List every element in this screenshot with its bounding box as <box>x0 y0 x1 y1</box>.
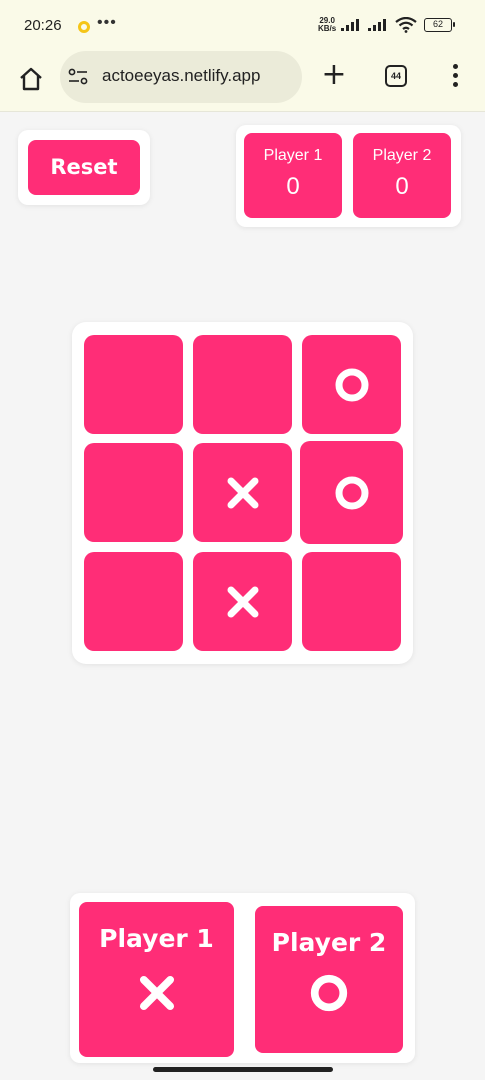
wifi-icon <box>395 17 417 33</box>
url-text: actoeeyas.netlify.app <box>102 66 261 85</box>
status-time: 20:26 <box>24 17 62 34</box>
battery-icon: 62 <box>424 18 455 32</box>
board-cell-0[interactable] <box>84 335 183 434</box>
score-player-2: Player 2 0 <box>353 133 451 218</box>
turn-player-1-mark <box>135 971 179 1015</box>
board-cell-7[interactable] <box>193 552 292 651</box>
o-mark-icon <box>335 476 368 509</box>
cell-mark-4 <box>193 443 292 542</box>
cell-mark-1 <box>193 335 292 434</box>
network-speed-unit: KB/s <box>318 24 337 33</box>
new-tab-icon[interactable]: + <box>320 60 348 90</box>
score-player-2-value: 0 <box>395 173 409 200</box>
reset-button[interactable]: Reset <box>28 140 140 195</box>
cell-mark-8 <box>302 552 401 651</box>
o-mark-icon <box>335 368 368 401</box>
score-player-1: Player 1 0 <box>244 133 342 218</box>
signal-icon <box>341 19 359 31</box>
notification-icon <box>78 21 90 33</box>
site-settings-icon[interactable] <box>68 68 88 86</box>
cell-mark-3 <box>84 443 183 542</box>
game-board <box>72 322 413 664</box>
signal-icon-2 <box>368 19 386 31</box>
turn-player-2[interactable]: Player 2 <box>255 906 403 1053</box>
turn-player-1-name: Player 1 <box>99 924 214 953</box>
board-cell-3[interactable] <box>84 443 183 542</box>
o-mark-icon <box>310 974 348 1012</box>
turn-panel: Player 1 Player 2 <box>70 893 415 1063</box>
more-notifications-icon: ••• <box>97 14 117 31</box>
turn-player-2-mark <box>307 971 351 1015</box>
menu-icon[interactable] <box>446 64 464 90</box>
score-player-2-name: Player 2 <box>372 147 432 164</box>
x-mark-icon <box>227 586 258 617</box>
score-player-1-name: Player 1 <box>263 147 323 164</box>
reset-card: Reset <box>18 130 150 205</box>
board-cell-5[interactable] <box>300 441 403 544</box>
scoreboard: Player 1 0 Player 2 0 <box>236 125 461 227</box>
board-cell-4[interactable] <box>193 443 292 542</box>
network-speed: 29.0 KB/s <box>318 17 336 33</box>
address-bar[interactable]: actoeeyas.netlify.app <box>60 51 302 103</box>
turn-player-2-name: Player 2 <box>271 928 387 957</box>
board-cell-6[interactable] <box>84 552 183 651</box>
cell-mark-2 <box>302 335 401 434</box>
x-mark-icon <box>139 975 174 1011</box>
gesture-bar <box>153 1067 333 1072</box>
status-bar: 20:26 ••• 29.0 KB/s 62 <box>0 0 485 50</box>
turn-player-1[interactable]: Player 1 <box>79 902 234 1057</box>
home-icon[interactable] <box>16 64 46 94</box>
cell-mark-6 <box>84 552 183 651</box>
board-cell-1[interactable] <box>193 335 292 434</box>
cell-mark-5 <box>300 441 403 544</box>
board-cell-2[interactable] <box>302 335 401 434</box>
cell-mark-0 <box>84 335 183 434</box>
score-player-1-value: 0 <box>286 173 300 200</box>
tab-switcher-button[interactable]: 44 <box>385 65 407 87</box>
browser-toolbar: actoeeyas.netlify.app + 44 <box>0 50 485 112</box>
cell-mark-7 <box>193 552 292 651</box>
board-cell-8[interactable] <box>302 552 401 651</box>
x-mark-icon <box>227 477 258 508</box>
